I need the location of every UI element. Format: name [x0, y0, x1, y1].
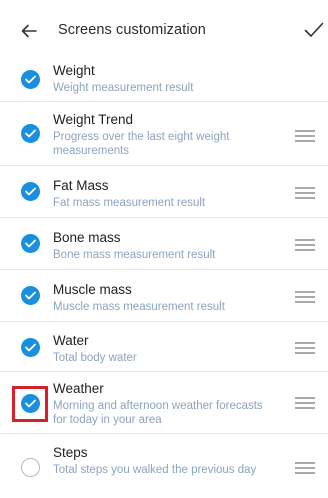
item-title: Weather [53, 381, 104, 396]
check-icon [25, 187, 36, 196]
item-title: Steps [53, 445, 88, 460]
drag-handle-icon[interactable] [295, 239, 315, 251]
item-title: Weight Trend [53, 112, 134, 127]
item-subtitle: Weight measurement result [53, 82, 194, 94]
check-icon [25, 343, 36, 352]
item-title: Water [53, 333, 89, 348]
list-item-steps[interactable]: Steps Total steps you walked the previou… [0, 434, 328, 498]
check-icon [25, 129, 36, 138]
check-icon [25, 291, 36, 300]
check-icon [25, 399, 36, 408]
drag-handle-icon[interactable] [295, 130, 315, 142]
list-item-weight-trend[interactable]: Weight Trend Progress over the last eigh… [0, 102, 328, 166]
list-item-weight[interactable]: Weight Weight measurement result [0, 58, 328, 102]
item-subtitle: Progress over the last eight weight meas… [53, 131, 230, 157]
drag-handle-icon[interactable] [295, 397, 315, 409]
checkbox-muscle-mass[interactable] [21, 286, 40, 305]
check-icon [25, 75, 36, 84]
item-title: Weight [53, 63, 95, 78]
checkbox-bone-mass[interactable] [21, 234, 40, 253]
drag-handle-icon[interactable] [295, 462, 315, 474]
checkmark-icon [304, 22, 324, 37]
item-subtitle: Morning and afternoon weather forecasts … [53, 400, 263, 426]
list-item-bone-mass[interactable]: Bone mass Bone mass measurement result [0, 218, 328, 270]
confirm-button[interactable] [302, 18, 326, 42]
checkbox-water[interactable] [21, 338, 40, 357]
item-subtitle: Bone mass measurement result [53, 249, 216, 261]
item-subtitle: Total steps you walked the previous day [53, 464, 257, 476]
list-item-muscle-mass[interactable]: Muscle mass Muscle mass measurement resu… [0, 270, 328, 322]
checkbox-weather[interactable] [21, 394, 40, 413]
item-subtitle: Muscle mass measurement result [53, 301, 225, 313]
item-subtitle: Fat mass measurement result [53, 197, 206, 209]
list-item-fat-mass[interactable]: Fat Mass Fat mass measurement result [0, 166, 328, 218]
check-icon [25, 239, 36, 248]
drag-handle-icon[interactable] [295, 342, 315, 354]
checkbox-weight-trend[interactable] [21, 124, 40, 143]
drag-handle-icon[interactable] [295, 291, 315, 303]
back-button[interactable] [18, 20, 40, 42]
page-title: Screens customization [58, 22, 206, 38]
drag-handle-icon[interactable] [295, 187, 315, 199]
item-subtitle: Total body water [53, 352, 137, 364]
list-item-weather[interactable]: Weather Morning and afternoon weather fo… [0, 372, 328, 434]
checkbox-weight[interactable] [21, 70, 40, 89]
item-title: Muscle mass [53, 282, 132, 297]
item-title: Fat Mass [53, 178, 109, 193]
checkbox-steps[interactable] [21, 458, 40, 477]
item-title: Bone mass [53, 230, 121, 245]
list-item-water[interactable]: Water Total body water [0, 322, 328, 372]
arrow-left-icon [21, 24, 37, 38]
checkbox-fat-mass[interactable] [21, 182, 40, 201]
top-bar: Screens customization [0, 0, 328, 58]
